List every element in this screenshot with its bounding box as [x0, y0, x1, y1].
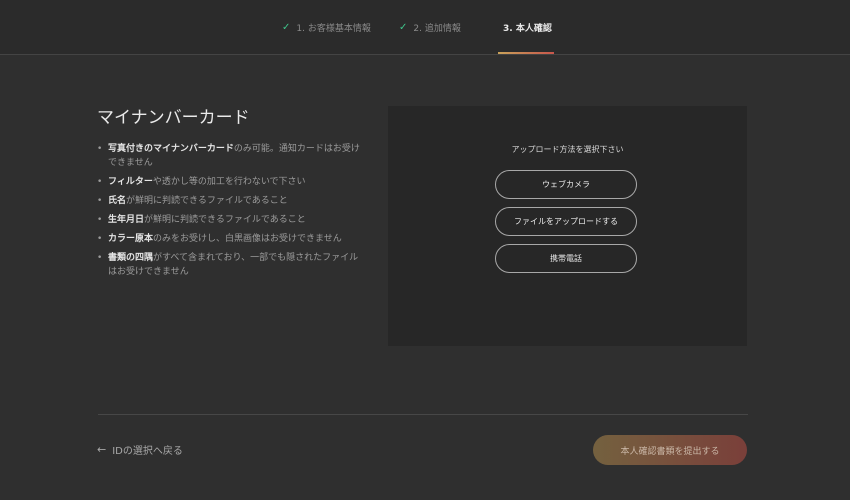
back-link[interactable]: ← IDの選択へ戻る — [97, 442, 183, 457]
list-item: • 生年月日が鮮明に判読できるファイルであること — [97, 213, 367, 227]
checkmark-icon: ✓ — [282, 21, 291, 33]
bullet-icon: • — [97, 234, 103, 244]
list-item: • カラー原本のみをお受けし、白黒画像はお受けできません — [97, 232, 367, 246]
mobile-phone-button[interactable]: 携帯電話 — [495, 244, 637, 273]
rule-emphasis: 書類の四隅 — [108, 253, 154, 263]
list-item: • 氏名が鮮明に判読できるファイルであること — [97, 194, 367, 208]
bullet-icon: • — [97, 253, 103, 263]
upload-panel: アップロード方法を選択下さい ウェブカメラ ファイルをアップロードする 携帯電話 — [388, 106, 747, 346]
rule-text: が鮮明に判読できるファイルであること — [126, 196, 288, 206]
rule-emphasis: フィルター — [108, 177, 153, 187]
step-label: 2. 追加情報 — [413, 23, 461, 34]
bullet-icon: • — [97, 177, 103, 187]
active-step-indicator — [498, 52, 554, 54]
upload-caption: アップロード方法を選択下さい — [511, 145, 624, 154]
list-item: • フィルターや透かし等の加工を行わないで下さい — [97, 175, 367, 189]
rule-text: や透かし等の加工を行わないで下さい — [152, 177, 306, 187]
step-label: 3. 本人確認 — [503, 23, 552, 34]
requirements-list: • 写真付きのマイナンバーカードのみ可能。通知カードはお受けできません • フィ… — [97, 142, 367, 284]
step-label: 1. お客様基本情報 — [296, 23, 371, 34]
rule-emphasis: 生年月日 — [108, 215, 145, 225]
list-item: • 書類の四隅がすべて含まれており、一部でも隠されたファイルはお受けできません — [97, 251, 367, 279]
submit-documents-button[interactable]: 本人確認書類を提出する — [593, 435, 747, 465]
footer-divider — [98, 414, 748, 415]
progress-header: ✓ 1. お客様基本情報 ✓ 2. 追加情報 3. 本人確認 — [0, 0, 850, 55]
rule-emphasis: カラー原本 — [108, 234, 154, 244]
step-additional-info: ✓ 2. 追加情報 — [399, 0, 461, 54]
checkmark-icon: ✓ — [399, 21, 408, 33]
list-item: • 写真付きのマイナンバーカードのみ可能。通知カードはお受けできません — [97, 142, 367, 170]
bullet-icon: • — [97, 144, 103, 154]
bullet-icon: • — [97, 196, 103, 206]
webcam-button[interactable]: ウェブカメラ — [495, 170, 637, 199]
bullet-icon: • — [97, 215, 103, 225]
back-link-label: IDの選択へ戻る — [112, 446, 183, 457]
rule-text: のみをお受けし、白黒画像はお受けできません — [153, 234, 342, 244]
step-customer-info: ✓ 1. お客様基本情報 — [282, 0, 371, 54]
step-identity-verification: 3. 本人確認 — [503, 0, 552, 54]
rule-text: が鮮明に判読できるファイルであること — [144, 215, 306, 225]
page-title: マイナンバーカード — [97, 108, 250, 128]
rule-emphasis: 氏名 — [108, 196, 127, 206]
left-arrow-icon: ← — [97, 443, 107, 456]
rule-emphasis: 写真付きのマイナンバーカード — [108, 144, 234, 154]
file-upload-button[interactable]: ファイルをアップロードする — [495, 207, 637, 236]
